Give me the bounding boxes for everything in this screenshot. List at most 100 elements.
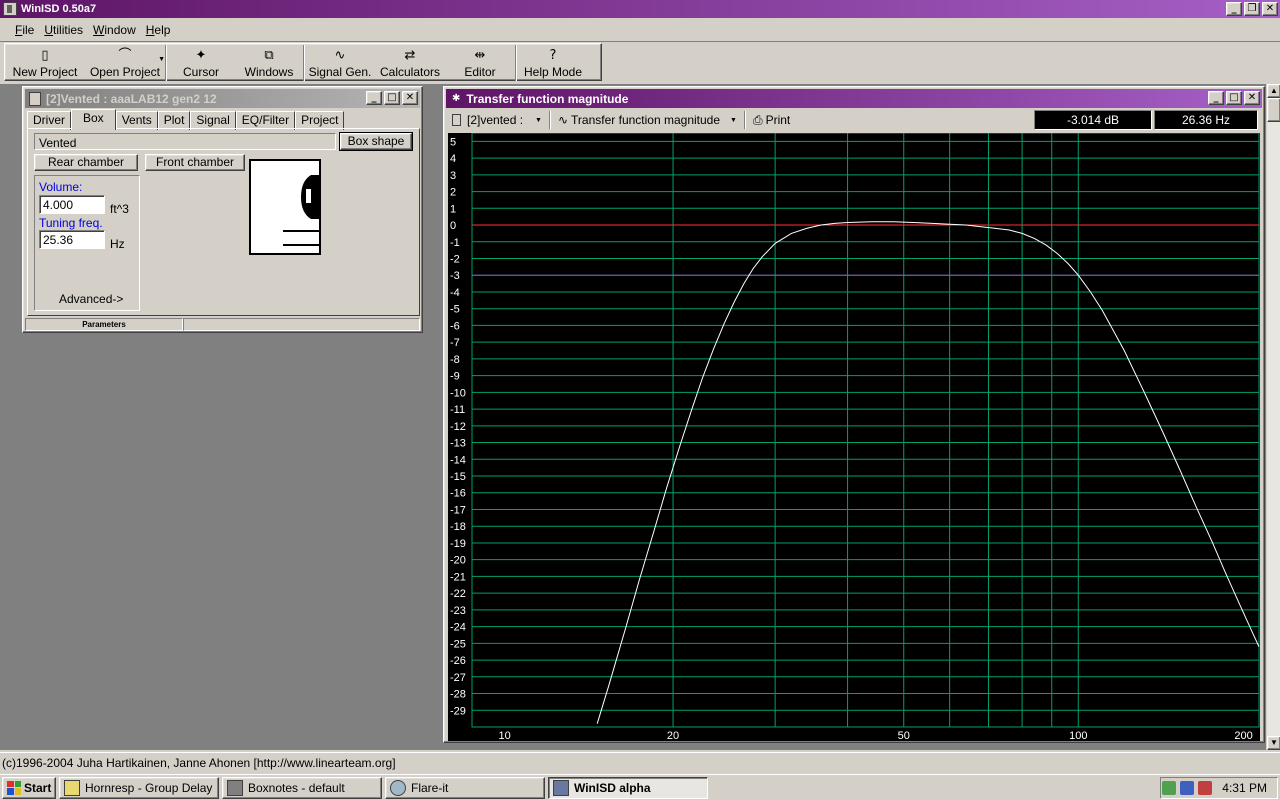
- advanced-button[interactable]: Advanced->: [59, 292, 123, 306]
- start-button[interactable]: Start: [2, 776, 56, 799]
- task-winisd[interactable]: WinISD alpha: [548, 776, 708, 799]
- windows-button[interactable]: ⧉ Windows: [235, 44, 303, 82]
- volume-unit: ft^3: [110, 202, 129, 216]
- cursor-button[interactable]: ✦ Cursor: [167, 44, 235, 82]
- scroll-up-icon[interactable]: ▲: [1267, 84, 1280, 98]
- tf-window-maximize-button[interactable]: □: [1226, 91, 1242, 105]
- box-window-minimize-button[interactable]: _: [366, 91, 382, 105]
- windows-logo-icon: [7, 780, 21, 795]
- project-selector-icon: [452, 114, 461, 126]
- box-window-titlebar[interactable]: [2]Vented : aaaLAB12 gen2 12 _ □ ✕: [25, 89, 420, 108]
- response-curve: [596, 221, 1260, 724]
- y-tick-label: -16: [450, 488, 466, 500]
- front-chamber-button[interactable]: Front chamber: [145, 154, 245, 171]
- y-tick-label: -12: [450, 421, 466, 433]
- menu-help[interactable]: Help: [141, 23, 176, 37]
- plot-type-selector[interactable]: ∿ Transfer function magnitude ▼: [554, 110, 741, 130]
- taskbar: Start Hornresp - Group Delay Boxnotes - …: [0, 774, 1280, 800]
- tf-window-titlebar[interactable]: ✱ Transfer function magnitude _ □ ✕: [446, 89, 1262, 108]
- x-tick-label: 50: [898, 730, 910, 741]
- scroll-down-icon[interactable]: ▼: [1267, 736, 1280, 750]
- help-mode-icon: ?: [549, 48, 557, 63]
- parameter-tabs: Driver Box Vents Plot Signal EQ/Filter P…: [27, 109, 345, 130]
- task-boxnotes[interactable]: Boxnotes - default: [222, 776, 382, 799]
- task-flare-it[interactable]: Flare-it: [385, 776, 545, 799]
- mdi-vertical-scrollbar[interactable]: ▲ ▼: [1266, 84, 1280, 750]
- driver-magnet-icon: [306, 189, 311, 203]
- task-label: Flare-it: [411, 780, 449, 795]
- app-titlebar[interactable]: WinISD 0.50a7 _ ❐ ✕: [0, 0, 1280, 18]
- y-tick-label: -26: [450, 655, 466, 667]
- y-tick-label: -6: [450, 320, 460, 332]
- open-project-button[interactable]: ⌒ Open Project ▼: [85, 44, 165, 82]
- y-tick-label: 3: [450, 170, 456, 182]
- y-tick-label: -22: [450, 588, 466, 600]
- chevron-down-icon[interactable]: ▼: [535, 117, 542, 124]
- scroll-thumb[interactable]: [1267, 98, 1280, 122]
- y-tick-label: -10: [450, 387, 466, 399]
- open-project-dropdown-icon[interactable]: ▼: [158, 56, 165, 63]
- box-shape-button[interactable]: Box shape: [339, 132, 413, 151]
- help-mode-button[interactable]: ? Help Mode: [517, 44, 589, 82]
- volume-label: Volume:: [39, 180, 83, 194]
- parameters-status-bar: Parameters: [25, 318, 420, 332]
- winisd-icon: [553, 779, 569, 796]
- menu-window[interactable]: Window: [88, 23, 141, 37]
- y-tick-label: 1: [450, 203, 456, 215]
- project-window-icon[interactable]: [29, 91, 41, 106]
- tray-volume-icon[interactable]: [1198, 781, 1213, 795]
- transfer-function-plot[interactable]: 5 4 3 2 1 0 -1 -2 -3 -4 -5 -6 -7 -8 -9 -10 -11 -12 -13 -14-…: [448, 133, 1260, 741]
- tab-box[interactable]: Box: [71, 109, 116, 130]
- boxnotes-icon: [227, 779, 243, 796]
- parameters-status-panel: [183, 318, 420, 331]
- print-button[interactable]: ⎙ Print: [749, 110, 794, 130]
- tray-network-icon[interactable]: [1162, 781, 1177, 795]
- tf-window-close-button[interactable]: ✕: [1244, 91, 1260, 105]
- volume-input[interactable]: 4.000: [39, 195, 105, 214]
- new-project-label: New Project: [12, 65, 78, 79]
- box-type-field: Vented: [34, 133, 336, 150]
- chevron-down-icon[interactable]: ▼: [730, 117, 737, 124]
- tuning-freq-label: Tuning freq.: [39, 216, 103, 230]
- system-tray: 4:31 PM: [1160, 777, 1278, 799]
- y-tick-label: -29: [450, 705, 466, 717]
- x-tick-label: 10: [499, 730, 511, 741]
- plot-svg[interactable]: 543210-1-2-3-4-5-6-7-8-9-10-11-12-13-14-…: [448, 133, 1260, 741]
- y-tick-label: -25: [450, 638, 466, 650]
- menu-file[interactable]: File: [10, 23, 39, 37]
- chamber-group: Volume: 4.000 ft^3 Tuning freq. 25.36 Hz…: [34, 175, 140, 311]
- transfer-function-window: ✱ Transfer function magnitude _ □ ✕ [2]v…: [443, 86, 1265, 743]
- tf-window-minimize-button[interactable]: _: [1208, 91, 1224, 105]
- x-tick-label: 200: [1234, 730, 1252, 741]
- project-selector[interactable]: [2]vented : ▼: [448, 110, 546, 130]
- open-project-icon: ⌒: [118, 48, 132, 63]
- calculators-button[interactable]: ⇄ Calculators: [375, 44, 445, 82]
- minimize-button[interactable]: _: [1226, 2, 1242, 16]
- tuning-freq-input[interactable]: 25.36: [39, 230, 105, 249]
- windows-icon: ⧉: [264, 48, 274, 63]
- rear-chamber-button[interactable]: Rear chamber: [34, 154, 138, 171]
- new-project-button[interactable]: ▯ New Project: [5, 44, 85, 82]
- signal-gen-button[interactable]: ∿ Signal Gen.: [305, 44, 375, 82]
- app-title: WinISD 0.50a7: [21, 3, 97, 15]
- task-label: Hornresp - Group Delay: [85, 780, 213, 795]
- menu-utilities[interactable]: Utilities: [39, 23, 88, 37]
- restore-button[interactable]: ❐: [1244, 2, 1260, 16]
- main-toolbar: ▯ New Project ⌒ Open Project ▼ ✦ Cursor …: [4, 43, 602, 81]
- y-tick-label: -4: [450, 287, 460, 299]
- app-icon[interactable]: [3, 2, 17, 16]
- y-tick-label: -18: [450, 521, 466, 533]
- box-window-maximize-button[interactable]: □: [384, 91, 400, 105]
- task-label: WinISD alpha: [574, 780, 651, 795]
- y-tick-label: -5: [450, 304, 460, 316]
- tray-monitor-icon[interactable]: [1180, 781, 1195, 795]
- editor-button[interactable]: ⇹ Editor: [445, 44, 515, 82]
- box-window-close-button[interactable]: ✕: [402, 91, 418, 105]
- close-button[interactable]: ✕: [1262, 2, 1278, 16]
- task-hornresp[interactable]: Hornresp - Group Delay: [59, 776, 219, 799]
- graph-window-icon[interactable]: ✱: [452, 93, 460, 104]
- y-tick-label: -15: [450, 471, 466, 483]
- plot-type-icon: ∿: [557, 113, 569, 127]
- y-tick-label: -14: [450, 454, 466, 466]
- parameters-label: Parameters: [25, 318, 183, 331]
